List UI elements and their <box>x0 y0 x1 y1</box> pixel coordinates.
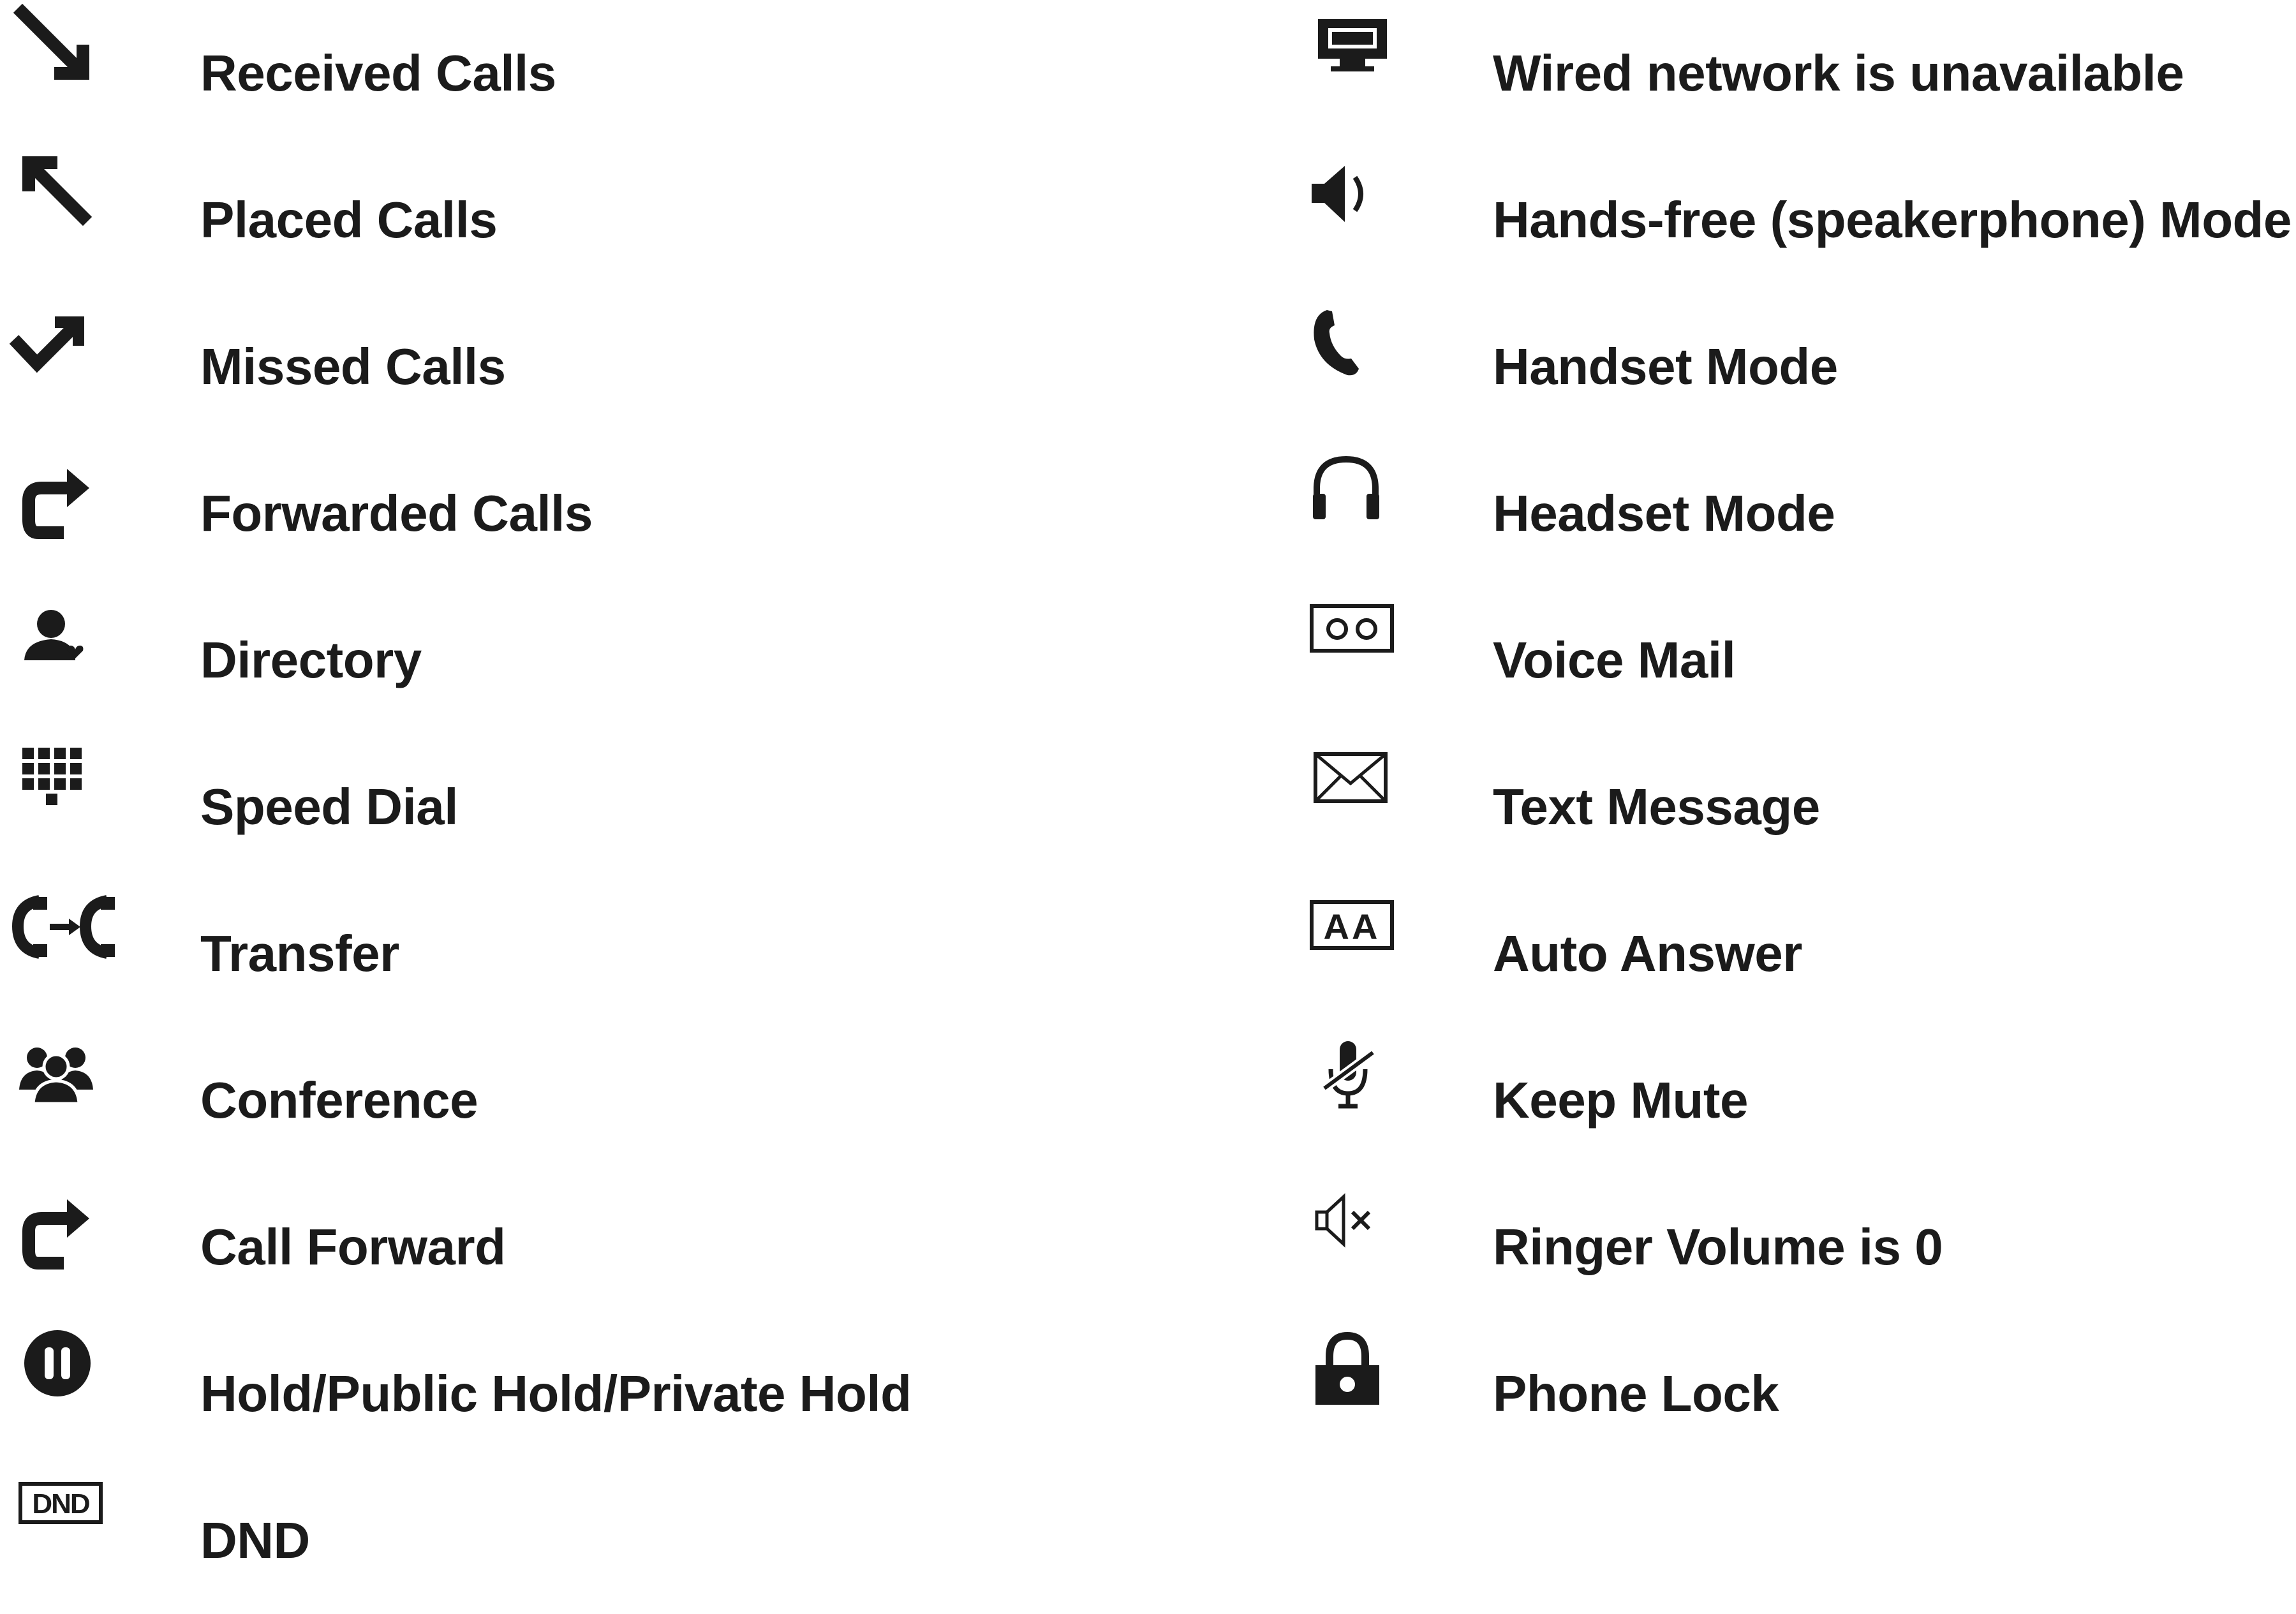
legend-row-call-forward: Call Forward <box>0 1174 1250 1321</box>
legend-row-missed-calls: Missed Calls <box>0 293 1250 440</box>
text-message-icon <box>1289 734 1435 880</box>
dnd-icon-text: DND <box>32 1488 89 1520</box>
legend-label: Received Calls <box>200 45 556 101</box>
legend-row-wired-network-unavailable: Wired network is unavailable <box>1289 0 2296 147</box>
wired-network-unavailable-icon <box>1289 0 1435 147</box>
legend-label: Wired network is unavailable <box>1493 45 2184 101</box>
legend-label: DND <box>200 1512 310 1569</box>
conference-icon <box>0 1027 147 1174</box>
legend-label: Hands-free (speakerphone) Mode <box>1493 191 2292 248</box>
headset-icon <box>1289 440 1435 587</box>
legend-label: Hold/Public Hold/Private Hold <box>200 1365 912 1422</box>
legend-row-handset: Handset Mode <box>1289 293 2296 440</box>
speed-dial-icon <box>0 734 147 880</box>
legend-row-auto-answer: AA Auto Answer <box>1289 880 2296 1027</box>
legend-row-speakerphone: Hands-free (speakerphone) Mode <box>1289 147 2296 293</box>
forwarded-calls-icon <box>0 440 147 587</box>
voice-mail-icon <box>1289 587 1435 734</box>
transfer-icon <box>0 880 147 1027</box>
legend-label: Headset Mode <box>1493 485 1835 542</box>
hold-icon <box>0 1321 147 1467</box>
legend-label: Speed Dial <box>200 778 459 835</box>
legend-label: Handset Mode <box>1493 338 1838 395</box>
legend-row-speed-dial: Speed Dial <box>0 734 1250 880</box>
dnd-icon: DND <box>0 1467 147 1614</box>
speakerphone-icon <box>1289 147 1435 293</box>
legend-label: Voice Mail <box>1493 632 1736 688</box>
legend-row-conference: Conference <box>0 1027 1250 1174</box>
legend-row-forwarded-calls: Forwarded Calls <box>0 440 1250 587</box>
legend-row-hold: Hold/Public Hold/Private Hold <box>0 1321 1250 1467</box>
legend-row-dnd: DND DND <box>0 1467 1250 1614</box>
legend-label: Missed Calls <box>200 338 506 395</box>
handset-icon <box>1289 293 1435 440</box>
auto-answer-icon: AA <box>1289 880 1435 1027</box>
legend-row-voice-mail: Voice Mail <box>1289 587 2296 734</box>
received-calls-icon <box>0 0 147 147</box>
legend-label: Phone Lock <box>1493 1365 1779 1422</box>
legend-label: Text Message <box>1493 778 1820 835</box>
call-forward-icon <box>0 1174 147 1321</box>
auto-answer-icon-text: AA <box>1324 907 1381 947</box>
legend-row-ringer-volume-zero: Ringer Volume is 0 <box>1289 1174 2296 1321</box>
legend-row-keep-mute: Keep Mute <box>1289 1027 2296 1174</box>
legend-row-transfer: Transfer <box>0 880 1250 1027</box>
legend-row-headset: Headset Mode <box>1289 440 2296 587</box>
icon-legend: Received Calls Placed Calls Missed Calls <box>0 0 2296 1569</box>
legend-row-directory: Directory <box>0 587 1250 734</box>
legend-label: Conference <box>200 1072 478 1129</box>
legend-row-received-calls: Received Calls <box>0 0 1250 147</box>
keep-mute-icon <box>1289 1027 1435 1174</box>
legend-row-text-message: Text Message <box>1289 734 2296 880</box>
legend-label: Transfer <box>200 925 399 982</box>
phone-lock-icon <box>1289 1321 1435 1467</box>
directory-icon <box>0 587 147 734</box>
legend-row-phone-lock: Phone Lock <box>1289 1321 2296 1467</box>
legend-label: Placed Calls <box>200 191 498 248</box>
legend-label: Directory <box>200 632 422 688</box>
legend-label: Call Forward <box>200 1218 506 1275</box>
legend-label: Auto Answer <box>1493 925 1802 982</box>
legend-row-placed-calls: Placed Calls <box>0 147 1250 293</box>
placed-calls-icon <box>0 147 147 293</box>
ringer-volume-zero-icon <box>1289 1174 1435 1321</box>
legend-label: Keep Mute <box>1493 1072 1749 1129</box>
legend-label: Forwarded Calls <box>200 485 593 542</box>
legend-label: Ringer Volume is 0 <box>1493 1218 1943 1275</box>
missed-calls-icon <box>0 293 147 440</box>
